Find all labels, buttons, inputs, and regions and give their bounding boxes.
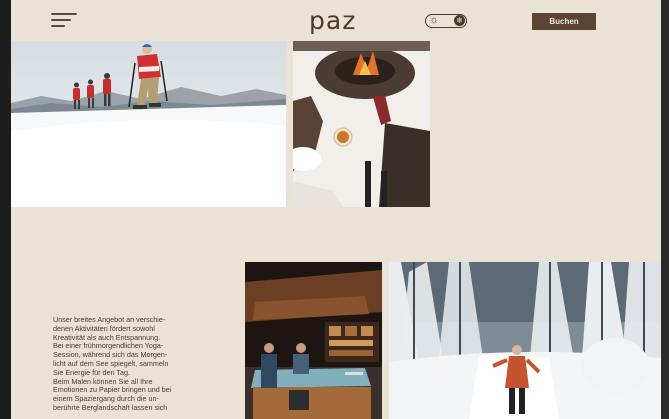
- logo[interactable]: paz: [309, 6, 356, 35]
- photo-snowshoe-hikers: [11, 41, 286, 207]
- snowflake-icon: ❄: [454, 15, 465, 26]
- window-edge: [661, 0, 669, 419]
- photo-snowy-forest: [389, 262, 661, 419]
- activities-description: Unser breites Angebot an verschie- denen…: [53, 315, 203, 413]
- page: paz ☼ ❄ Buchen Unser breites Angebot an …: [11, 0, 661, 419]
- hamburger-menu-icon[interactable]: [51, 13, 79, 29]
- season-toggle[interactable]: ☼ ❄: [425, 14, 467, 28]
- book-button[interactable]: Buchen: [532, 13, 596, 30]
- photo-kitchen-cooking: [245, 262, 382, 419]
- photo-campfire-tea: [293, 41, 430, 207]
- sun-icon: ☼: [429, 14, 440, 26]
- text-line: berührte Berglandschaft lassen sich: [53, 402, 168, 412]
